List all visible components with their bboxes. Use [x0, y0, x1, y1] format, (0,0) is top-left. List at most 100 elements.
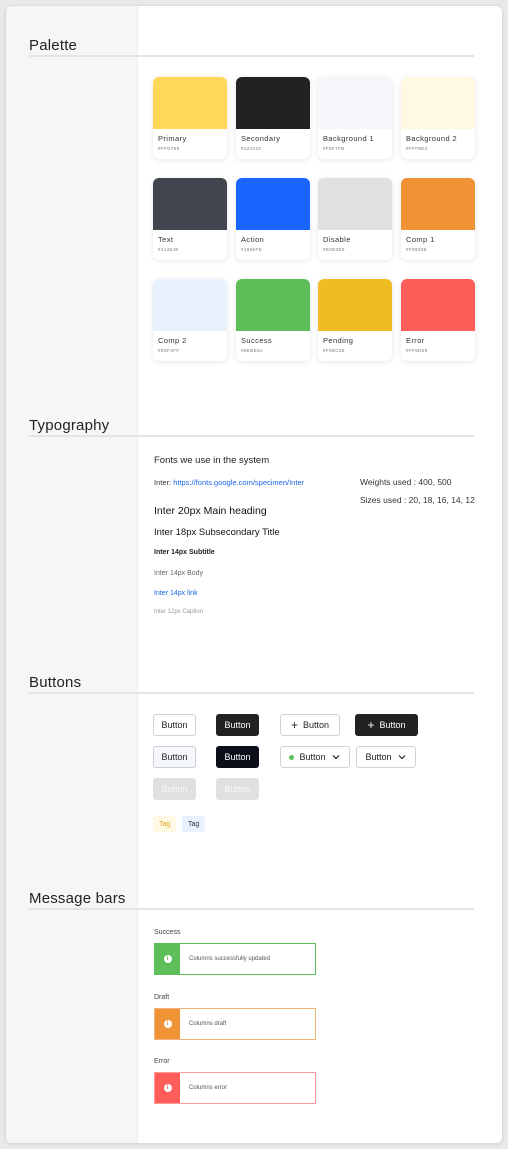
tag-label: Tag [159, 820, 171, 828]
info-icon: i [163, 955, 172, 963]
button-outline[interactable]: Button [153, 714, 196, 736]
section-divider [29, 435, 474, 437]
swatch-hex: #FFD759 [158, 146, 180, 151]
swatch-hex: #F09336 [406, 247, 427, 252]
button-dropdown[interactable]: Button [356, 746, 416, 768]
section-title-palette: Palette [29, 37, 78, 54]
message-bar-success: i Columns successfully updated [154, 943, 316, 975]
section-divider [29, 908, 474, 910]
tag-info[interactable]: Tag [182, 816, 206, 832]
message-text: Columns successfully updated [189, 956, 271, 962]
swatch-card: Error #FF5D59 [401, 279, 475, 361]
swatch-color [401, 77, 475, 129]
swatch-color [318, 77, 392, 129]
swatch-name: Success [241, 336, 273, 345]
button-label: Button [379, 720, 406, 730]
swatch-name: Primary [158, 134, 187, 143]
tag-pending[interactable]: Tag [153, 816, 177, 832]
swatch-hex: #F5F7FB [323, 146, 345, 151]
sample-link[interactable]: Inter 14px link [154, 590, 198, 597]
swatch-card: Comp 2 #E8F2FF [153, 279, 227, 361]
swatch-name: Pending [323, 336, 354, 345]
button-label: Button [365, 752, 392, 762]
swatch-name: Text [158, 235, 174, 244]
button-dark[interactable]: Button [216, 714, 259, 736]
swatch-name: Background 2 [406, 134, 458, 143]
info-icon-box: i [155, 1009, 180, 1039]
button-light[interactable]: Button [153, 746, 196, 768]
section-title-buttons: Buttons [29, 674, 82, 691]
swatch-card: Action #1866FE [236, 178, 310, 260]
plus-icon: + [367, 718, 375, 732]
message-bar-label-error: Error [154, 1058, 170, 1065]
swatch-card: Background 1 #F5F7FB [318, 77, 392, 159]
chevron-down-icon [398, 755, 405, 760]
swatch-name: Comp 2 [158, 336, 187, 345]
swatch-name: Comp 1 [406, 235, 435, 244]
style-guide-frame: Palette Primary #FFD759 Secondary #222222 … [6, 6, 502, 1143]
sample-caption: Inter 12px Caption [154, 609, 204, 615]
swatch-color [153, 77, 227, 129]
section-divider [29, 692, 474, 694]
font-source-link[interactable]: https://fonts.google.com/specimen/Inter [173, 478, 304, 487]
font-sizes-text: Sizes used : 20, 18, 16, 14, 12 [360, 495, 475, 505]
status-dot-icon [289, 754, 295, 760]
swatch-card: Comp 1 #F09336 [401, 178, 475, 260]
section-title-message-bars: Message bars [29, 890, 126, 907]
button-label: Button [299, 752, 326, 762]
swatch-name: Secondary [241, 134, 281, 143]
tag-label: Tag [188, 820, 200, 828]
button-label: Button [302, 720, 330, 730]
button-label: Button [224, 784, 251, 794]
info-icon: i [163, 1020, 172, 1028]
swatch-hex: #E8F2FF [158, 348, 180, 353]
sidebar-column [6, 6, 138, 1143]
swatch-card: Primary #FFD759 [153, 77, 227, 159]
button-navy[interactable]: Button [216, 746, 259, 768]
swatch-hex: #FFF9E4 [406, 146, 428, 151]
font-source: Inter: https://fonts.google.com/specimen… [154, 478, 304, 487]
message-bar-draft: i Columns draft [154, 1008, 316, 1040]
button-add-dark[interactable]: + Button [355, 714, 418, 736]
message-bar-label-success: Success [154, 929, 181, 936]
swatch-color [401, 178, 475, 230]
message-bar-label-draft: Draft [154, 994, 170, 1001]
swatch-hex: #FF5D59 [406, 348, 428, 353]
swatch-color [236, 279, 310, 331]
button-label: Button [161, 720, 188, 730]
swatch-hex: #41454E [158, 247, 179, 252]
swatch-card: Pending #F0BC25 [318, 279, 392, 361]
swatch-card: Background 2 #FFF9E4 [401, 77, 475, 159]
section-title-typography: Typography [29, 417, 110, 434]
swatch-hex: #1866FE [241, 247, 263, 252]
button-disabled[interactable]: Button [153, 778, 196, 800]
message-text: Columns error [189, 1085, 228, 1091]
swatch-color [236, 178, 310, 230]
swatch-color [236, 77, 310, 129]
swatch-name: Disable [323, 235, 351, 244]
swatch-hex: #E0E0E0 [323, 247, 345, 252]
sample-subsecondary-title: Inter 18px Subsecondary Title [154, 527, 280, 538]
swatch-card: Disable #E0E0E0 [318, 178, 392, 260]
swatch-hex: #5EBE5A [241, 348, 264, 353]
sample-main-heading: Inter 20px Main heading [154, 505, 267, 517]
swatch-card: Text #41454E [153, 178, 227, 260]
typography-intro: Fonts we use in the system [154, 455, 270, 466]
font-weights-text: Weights used : 400, 500 [360, 477, 452, 487]
swatch-card: Secondary #222222 [236, 77, 310, 159]
plus-icon: + [290, 718, 298, 732]
swatch-name: Action [241, 235, 265, 244]
swatch-hex: #222222 [241, 146, 262, 151]
button-label: Button [161, 752, 188, 762]
button-disabled[interactable]: Button [216, 778, 259, 800]
swatch-color [153, 178, 227, 230]
swatch-name: Error [406, 336, 425, 345]
button-add-outline[interactable]: + Button [280, 714, 340, 736]
button-label: Button [161, 784, 188, 794]
swatch-hex: #F0BC25 [323, 348, 345, 353]
info-icon-box: i [155, 1073, 180, 1103]
swatch-card: Success #5EBE5A [236, 279, 310, 361]
button-status-dropdown[interactable]: Button [280, 746, 350, 768]
message-bar-error: i Columns error [154, 1072, 316, 1104]
swatch-color [153, 279, 227, 331]
